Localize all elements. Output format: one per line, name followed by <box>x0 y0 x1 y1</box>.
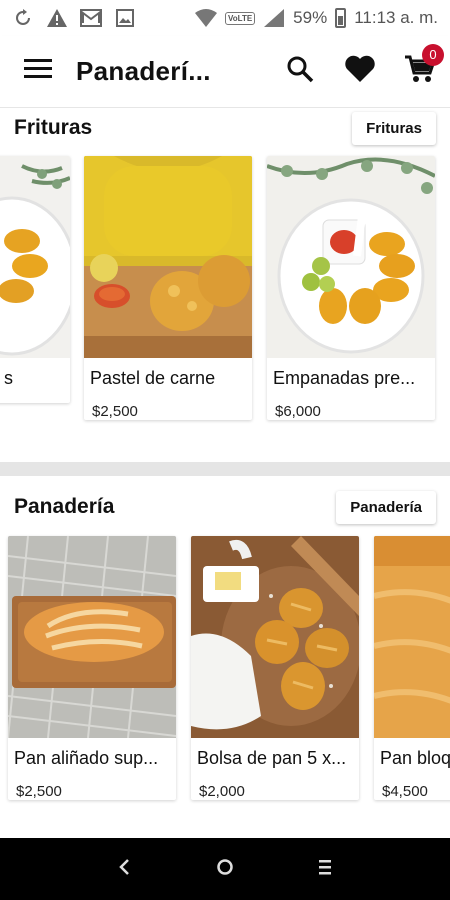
recents-icon <box>317 858 333 881</box>
section-title: Panadería <box>14 495 115 518</box>
product-card[interactable]: Empanadas pre... $6,000 <box>267 156 435 420</box>
back-icon <box>118 858 132 881</box>
battery-percent: 59% <box>293 8 328 27</box>
cart-badge: 0 <box>422 43 444 66</box>
menu-button[interactable] <box>0 36 76 108</box>
section-see-all-button[interactable]: Panadería <box>336 490 436 524</box>
product-name: Pan bloq <box>380 748 450 768</box>
product-card[interactable]: Pastel de carne $2,500 <box>84 156 252 420</box>
product-image <box>0 156 70 358</box>
section-divider <box>0 462 450 476</box>
product-name: Pan aliñado sup... <box>14 748 159 768</box>
product-price: $6,000 <box>275 403 321 420</box>
volte-label: VoLTE <box>225 11 256 25</box>
product-image <box>191 536 359 738</box>
signal-icon <box>263 8 285 28</box>
product-image <box>267 156 435 358</box>
product-image <box>374 536 450 738</box>
section-frituras: Frituras Frituras <box>0 108 450 148</box>
product-price: $2,500 <box>92 403 138 420</box>
product-name: Pastel de carne <box>90 368 216 388</box>
menu-icon <box>24 58 52 85</box>
product-image <box>84 156 252 358</box>
home-button[interactable] <box>175 838 275 900</box>
product-card[interactable]: s <box>0 156 70 403</box>
section-panaderia: Panadería Panadería <box>0 486 450 528</box>
content: Frituras Frituras s Pastel de carne $2,5… <box>0 108 450 838</box>
product-price <box>0 389 70 403</box>
product-price: $2,000 <box>199 783 245 800</box>
search-button[interactable] <box>270 36 330 108</box>
wifi-icon <box>195 8 218 28</box>
mail-icon <box>80 8 102 28</box>
product-card[interactable]: Bolsa de pan 5 x... $2,000 <box>191 536 359 800</box>
home-icon <box>216 858 234 881</box>
app-title: Panaderí... <box>76 56 211 86</box>
battery-icon <box>335 8 347 28</box>
sync-icon <box>12 8 34 28</box>
product-card[interactable]: Pan bloq $4,500 <box>374 536 450 800</box>
section-see-all-button[interactable]: Frituras <box>352 111 436 145</box>
back-button[interactable] <box>75 838 175 900</box>
product-price: $4,500 <box>382 783 428 800</box>
clock: 11:13 a. m. <box>354 8 438 27</box>
product-price: $2,500 <box>16 783 62 800</box>
status-bar: VoLTE 59% 11:13 a. m. <box>0 0 450 36</box>
product-name: Empanadas pre... <box>273 368 416 388</box>
image-icon <box>114 8 136 28</box>
favorites-button[interactable] <box>330 36 390 108</box>
product-name: Bolsa de pan 5 x... <box>197 748 347 768</box>
section-title: Frituras <box>14 116 93 139</box>
recents-button[interactable] <box>275 838 375 900</box>
product-name: s <box>4 368 13 388</box>
warning-icon <box>46 8 68 28</box>
product-card[interactable]: Pan aliñado sup... $2,500 <box>8 536 176 800</box>
cart-button[interactable]: 0 <box>390 36 450 108</box>
heart-icon <box>344 55 376 88</box>
product-image <box>8 536 176 738</box>
search-icon <box>286 55 314 88</box>
app-bar: Panaderí... 0 <box>0 36 450 108</box>
system-nav-bar <box>0 838 450 900</box>
